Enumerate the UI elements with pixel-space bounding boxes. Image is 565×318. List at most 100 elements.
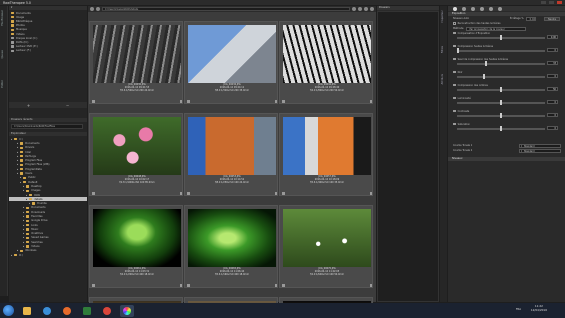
tab-attributes[interactable]: Attributs	[441, 74, 444, 84]
auto-levels-button[interactable]: Niveaux Auto	[453, 17, 469, 20]
slider-value-input[interactable]: 33	[547, 61, 558, 65]
tree-node[interactable]: ▸ D:\	[9, 253, 87, 257]
slider-checkbox[interactable]	[453, 122, 456, 126]
chrome-taskbar-icon[interactable]	[100, 305, 114, 317]
refresh-icon[interactable]	[352, 7, 356, 11]
thumbnail[interactable]: JOG_00636.JPG 2016-04-12 09:24:11 f/8.0 1/…	[184, 21, 278, 104]
expander-icon[interactable]: ▸	[23, 224, 24, 227]
slider-track[interactable]	[457, 48, 545, 53]
thumbnail-image[interactable]	[93, 25, 181, 83]
trash-icon[interactable]	[274, 192, 277, 195]
expander-icon[interactable]: ▸	[17, 163, 18, 166]
remove-place-button[interactable]: −	[66, 103, 69, 108]
thumbnail[interactable]: JOG_00657.JPG 2016-04-12 10:18:09 f/5.6 1/…	[279, 113, 373, 196]
slider-value-input[interactable]: 0	[547, 74, 558, 78]
curve1-select[interactable]: Standard	[521, 143, 561, 148]
back-icon[interactable]	[90, 7, 94, 11]
thumbnail-image[interactable]	[283, 117, 371, 175]
highlight-recon-checkbox[interactable]	[453, 22, 456, 25]
trash-icon[interactable]	[274, 284, 277, 287]
trash-icon[interactable]	[274, 100, 277, 103]
slider-track[interactable]	[457, 87, 545, 92]
clip-value-input[interactable]: 0.02	[526, 16, 536, 21]
expander-icon[interactable]: ▸	[29, 202, 30, 205]
thumbnail-image[interactable]	[93, 209, 181, 267]
slider-track[interactable]	[457, 113, 545, 118]
rawtherapee-taskbar-icon[interactable]	[120, 304, 134, 317]
search-icon[interactable]	[358, 7, 362, 11]
expander-icon[interactable]: ▸	[20, 176, 21, 179]
thumbnail[interactable]: JOG_00648.JPG 2016-04-12 10:02:17 f/2.8 1/…	[89, 113, 183, 196]
media-taskbar-icon[interactable]	[80, 305, 94, 317]
slider-track[interactable]	[457, 126, 545, 131]
slider-checkbox[interactable]	[453, 57, 456, 61]
edit-icon[interactable]	[187, 284, 190, 287]
slider-value-input[interactable]: 0	[547, 113, 558, 117]
slider-handle[interactable]	[500, 87, 502, 92]
slider-track[interactable]	[457, 61, 545, 66]
thumbnail-image[interactable]	[283, 209, 371, 267]
clock[interactable]: 11:22 12/04/2016	[531, 304, 547, 312]
curve2-select[interactable]: Standard	[521, 148, 561, 153]
zoom-in-icon[interactable]	[364, 7, 368, 11]
edit-icon[interactable]	[92, 192, 95, 195]
slider-handle[interactable]	[500, 100, 502, 105]
expander-icon[interactable]: ▸	[11, 138, 12, 141]
expander-icon[interactable]: ▸	[23, 219, 24, 222]
close-button[interactable]	[557, 1, 562, 4]
thumbnail-image[interactable]	[188, 117, 276, 175]
firefox-taskbar-icon[interactable]	[60, 305, 74, 317]
expander-icon[interactable]: ▸	[23, 215, 24, 218]
explorer-taskbar-icon[interactable]	[20, 305, 34, 317]
edit-icon[interactable]	[282, 192, 285, 195]
slider-checkbox[interactable]	[453, 109, 456, 113]
edit-icon[interactable]	[92, 284, 95, 287]
thumbnail-image[interactable]	[283, 25, 371, 83]
edit-icon[interactable]	[282, 100, 285, 103]
slider-checkbox[interactable]	[453, 31, 456, 35]
slider-track[interactable]	[457, 100, 545, 105]
expander-icon[interactable]: ▸	[23, 232, 24, 235]
edit-icon[interactable]	[187, 192, 190, 195]
slider-value-input[interactable]: 50	[547, 87, 558, 91]
forward-icon[interactable]	[96, 7, 100, 11]
trash-icon[interactable]	[179, 100, 182, 103]
thumbnail-image[interactable]	[188, 25, 276, 83]
method-select[interactable]: Par propagation de la couleur	[466, 26, 527, 31]
expander-icon[interactable]: ▸	[17, 168, 18, 171]
raw-tab-icon[interactable]	[489, 6, 493, 11]
expander-icon[interactable]: ▸	[23, 245, 24, 248]
expander-icon[interactable]: ▸	[23, 185, 24, 188]
slider-checkbox[interactable]	[453, 44, 456, 48]
thumbnail[interactable]: JOG_00665.JPG 2016-04-12 11:06:44 f/5.6 1/…	[184, 205, 278, 288]
expander-icon[interactable]: ▸	[17, 159, 18, 162]
transform-tab-icon[interactable]	[480, 6, 484, 11]
trash-icon[interactable]	[369, 284, 372, 287]
expander-icon[interactable]: ▸	[17, 155, 18, 158]
slider-value-input[interactable]: 0	[547, 126, 558, 130]
expander-icon[interactable]: ▸	[23, 211, 24, 214]
expander-icon[interactable]: ▸	[17, 172, 18, 175]
edit-icon[interactable]	[92, 100, 95, 103]
edit-icon[interactable]	[282, 284, 285, 287]
add-place-button[interactable]: +	[27, 103, 30, 108]
drive-item[interactable]: Lecteur (F:)	[11, 49, 85, 53]
expander-icon[interactable]: ▸	[26, 198, 27, 201]
slider-handle[interactable]	[485, 61, 488, 66]
expander-icon[interactable]: ▸	[23, 236, 24, 239]
path-input[interactable]: C:\Users\Images\RAW\details	[102, 7, 350, 11]
zoom-out-icon[interactable]	[370, 7, 374, 11]
color-tab-icon[interactable]	[471, 6, 475, 11]
expander-icon[interactable]: ▸	[20, 181, 21, 184]
tab-inspector[interactable]: Inspecteur	[441, 10, 444, 23]
thumbnail[interactable]: JOG_00653.JPG 2016-04-12 10:14:52 f/8.0 1/…	[184, 113, 278, 196]
thumbnail-image[interactable]	[188, 209, 276, 267]
slider-checkbox[interactable]	[453, 83, 456, 87]
maximize-button[interactable]	[549, 1, 554, 4]
slider-handle[interactable]	[457, 48, 459, 53]
slider-handle[interactable]	[500, 35, 502, 40]
expander-icon[interactable]: ▸	[23, 206, 24, 209]
tab-editor[interactable]: Editor	[1, 80, 7, 88]
thumbnail[interactable]: JOG_00630.JPG 2016-04-12 09:21:53 f/5.6 1/…	[89, 21, 183, 104]
trash-icon[interactable]	[179, 284, 182, 287]
